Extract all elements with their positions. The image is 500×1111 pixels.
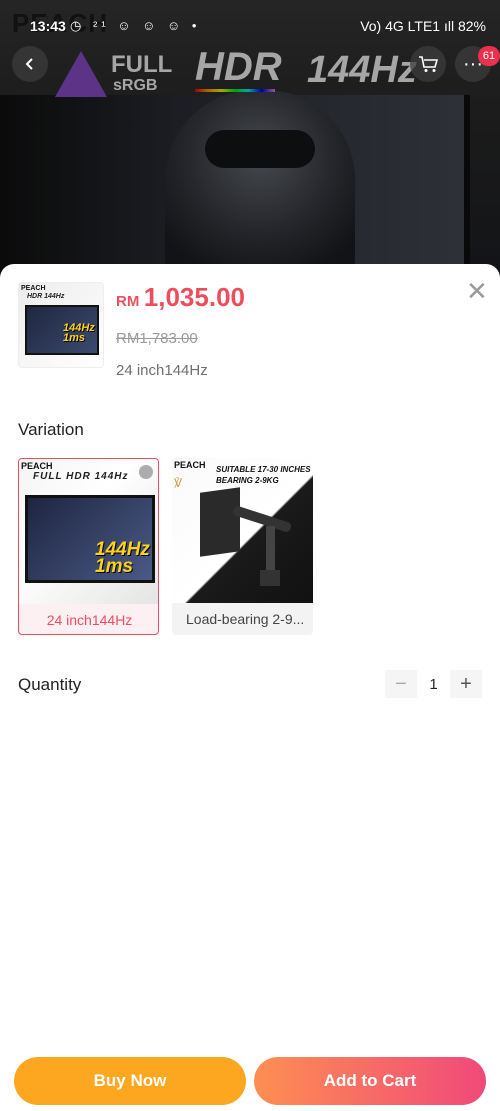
product-thumbnail[interactable]: PEACH HDR 144Hz 144Hz 1ms <box>18 282 104 368</box>
cart-button[interactable] <box>410 46 446 82</box>
thumb-hz-tag: 144Hz 1ms <box>63 322 95 344</box>
variation-brand: PEACH <box>21 461 53 471</box>
dim-overlay[interactable] <box>0 0 500 280</box>
close-icon[interactable]: ✕ <box>466 276 488 307</box>
quantity-value[interactable]: 1 <box>417 670 450 698</box>
variation-brand: PEACH <box>174 460 206 470</box>
variation-tagline: SUITABLE 17-30 INCHES BEARING 2-9KG <box>216 465 311 485</box>
current-price: RM 1,035.00 <box>116 282 245 313</box>
variation-option-24inch[interactable]: PEACH FULL HDR 144Hz 144Hz 1ms 24 inch14… <box>18 458 159 635</box>
brand-mark-icon: ℣ <box>174 476 183 490</box>
buy-now-button[interactable]: Buy Now <box>14 1057 246 1105</box>
status-bar: 13:43 ◷ ²¹ ☺ ☺ ☺ • Vo) 4G LTE1 ıll 82% <box>0 0 500 40</box>
back-button[interactable] <box>12 46 48 82</box>
variation-label: Load-bearing 2-9... <box>186 611 305 627</box>
variation-logos: FULL HDR 144Hz <box>33 471 129 482</box>
product-hero-image: FULL sRGB HDR 144Hz <box>0 0 500 280</box>
status-right: Vo) 4G LTE1 ıll 82% <box>360 18 486 34</box>
variation-label: 24 inch144Hz <box>46 612 133 628</box>
variation-image: PEACH SUITABLE 17-30 INCHES BEARING 2-9K… <box>172 458 313 603</box>
variation-title: Variation <box>18 420 84 439</box>
quantity-title: Quantity <box>18 675 82 694</box>
thumb-logos: HDR 144Hz <box>27 293 65 300</box>
variation-sheet: PEACH HDR 144Hz 144Hz 1ms RM 1,035.00 RM… <box>0 264 500 1111</box>
currency-label: RM <box>116 293 140 310</box>
quantity-stepper: − 1 + <box>385 670 482 698</box>
notification-icons: ◷ ²¹ ☺ ☺ ☺ • <box>70 18 201 33</box>
add-to-cart-button[interactable]: Add to Cart <box>254 1057 486 1105</box>
thumb-brand: PEACH <box>21 285 46 292</box>
variation-image: PEACH FULL HDR 144Hz 144Hz 1ms <box>19 459 158 604</box>
variation-option-load-bearing[interactable]: PEACH SUITABLE 17-30 INCHES BEARING 2-9K… <box>172 458 313 635</box>
zoom-icon[interactable] <box>139 465 153 479</box>
price-amount: 1,035.00 <box>143 282 245 312</box>
original-price: RM1,783.00 <box>116 330 198 347</box>
variation-hz-tag: 144Hz 1ms <box>95 539 150 577</box>
cart-badge: 61 <box>478 46 500 66</box>
arm-clamp <box>260 570 280 586</box>
selected-variation-label: 24 inch144Hz <box>116 362 208 379</box>
increase-button[interactable]: + <box>450 670 482 698</box>
chevron-left-icon <box>25 58 33 70</box>
status-time: 13:43 <box>30 18 66 34</box>
arm-monitor <box>200 487 240 557</box>
decrease-button[interactable]: − <box>385 670 417 698</box>
shopping-cart-icon <box>419 56 438 72</box>
